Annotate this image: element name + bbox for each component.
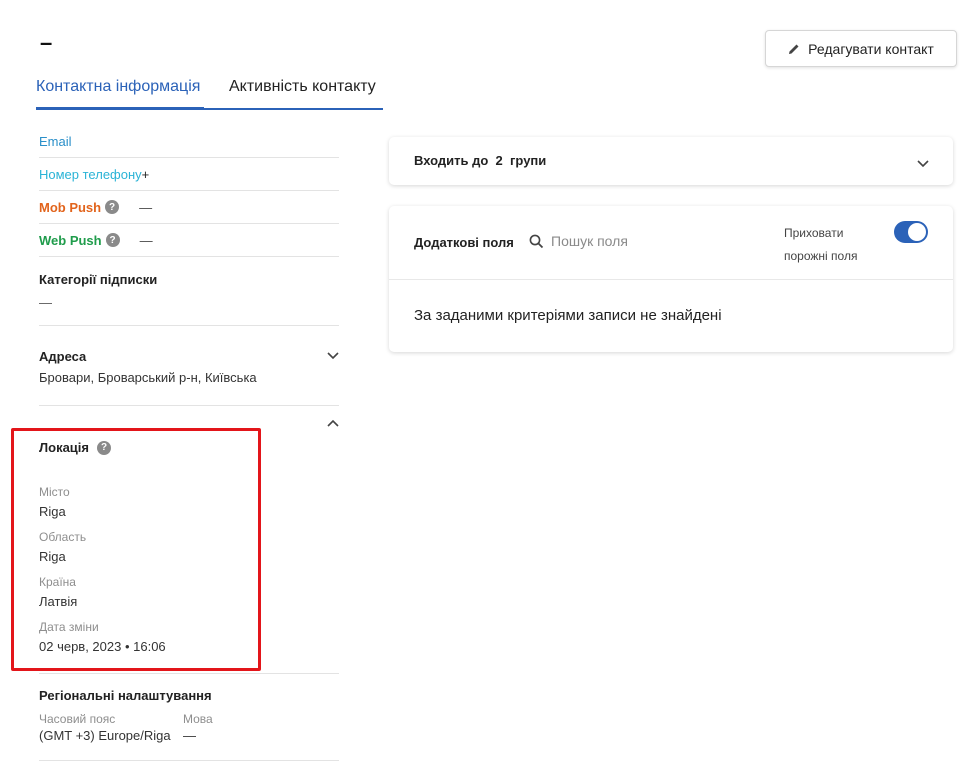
tab-bar: Контактна інформація Активність контакту: [36, 72, 383, 110]
mob-push-value: —: [139, 199, 153, 215]
groups-suffix: групи: [510, 153, 547, 168]
web-push-label: Web Push: [39, 232, 102, 248]
timezone-value: (GMT +3) Europe/Riga: [39, 728, 171, 743]
hide-empty-label: Приховати порожні поля: [784, 226, 858, 263]
edit-contact-label: Редагувати контакт: [808, 40, 934, 57]
channel-mob-push: Mob Push ? —: [39, 191, 339, 224]
subscriptions-value: —: [39, 295, 52, 310]
toggle-knob: [908, 223, 926, 241]
subscription-categories: Категорії підписки —: [39, 272, 339, 326]
search-icon: [529, 234, 544, 248]
language-label: Мова: [183, 712, 213, 726]
email-label[interactable]: Email: [39, 134, 72, 149]
help-icon[interactable]: ?: [105, 200, 120, 214]
channel-email: Email: [39, 125, 339, 158]
chevron-up-icon[interactable]: [327, 418, 339, 430]
edit-contact-button[interactable]: Редагувати контакт: [765, 30, 957, 67]
chevron-down-icon[interactable]: [917, 157, 929, 169]
mob-push-label: Mob Push: [39, 199, 102, 215]
groups-card[interactable]: Входить до 2 групи: [389, 137, 953, 185]
additional-fields-title: Додаткові поля: [414, 235, 514, 250]
timezone-label: Часовий пояс: [39, 712, 116, 726]
highlight-box: [11, 428, 261, 671]
pencil-icon: [789, 44, 799, 54]
phone-value: +: [141, 166, 150, 182]
divider: [389, 279, 953, 280]
groups-prefix: Входить до: [414, 153, 489, 168]
tab-contact-info[interactable]: Контактна інформація: [36, 72, 204, 110]
help-icon[interactable]: ?: [105, 233, 120, 247]
address-section: Адреса Бровари, Броварський р-н, Київськ…: [39, 349, 339, 406]
channels-list: Email Номер телефону + Mob Push ? — Web P…: [39, 125, 339, 257]
search-input[interactable]: [551, 233, 711, 249]
address-value: Бровари, Броварський р-н, Київська: [39, 370, 257, 385]
tab-contact-activity[interactable]: Активність контакту: [229, 72, 376, 108]
page-title: –: [40, 30, 53, 55]
channel-phone: Номер телефону +: [39, 158, 339, 191]
empty-message: За заданими критеріями записи не знайден…: [414, 307, 722, 324]
additional-fields-card: Додаткові поля Приховати порожні поля За…: [389, 206, 953, 352]
channel-web-push: Web Push ? —: [39, 224, 339, 257]
address-title: Адреса: [39, 349, 87, 364]
regional-settings: Регіональні налаштування Часовий пояс (G…: [39, 688, 339, 761]
regional-title: Регіональні налаштування: [39, 688, 212, 703]
language-value: —: [183, 728, 196, 743]
subscriptions-title: Категорії підписки: [39, 272, 158, 287]
groups-text: Входить до 2 групи: [414, 153, 546, 168]
hide-empty-toggle[interactable]: [894, 221, 928, 243]
chevron-down-icon[interactable]: [327, 349, 339, 361]
web-push-value: —: [139, 232, 153, 248]
groups-count: 2: [495, 153, 503, 168]
phone-label[interactable]: Номер телефону: [39, 167, 142, 182]
field-search: [529, 233, 711, 249]
